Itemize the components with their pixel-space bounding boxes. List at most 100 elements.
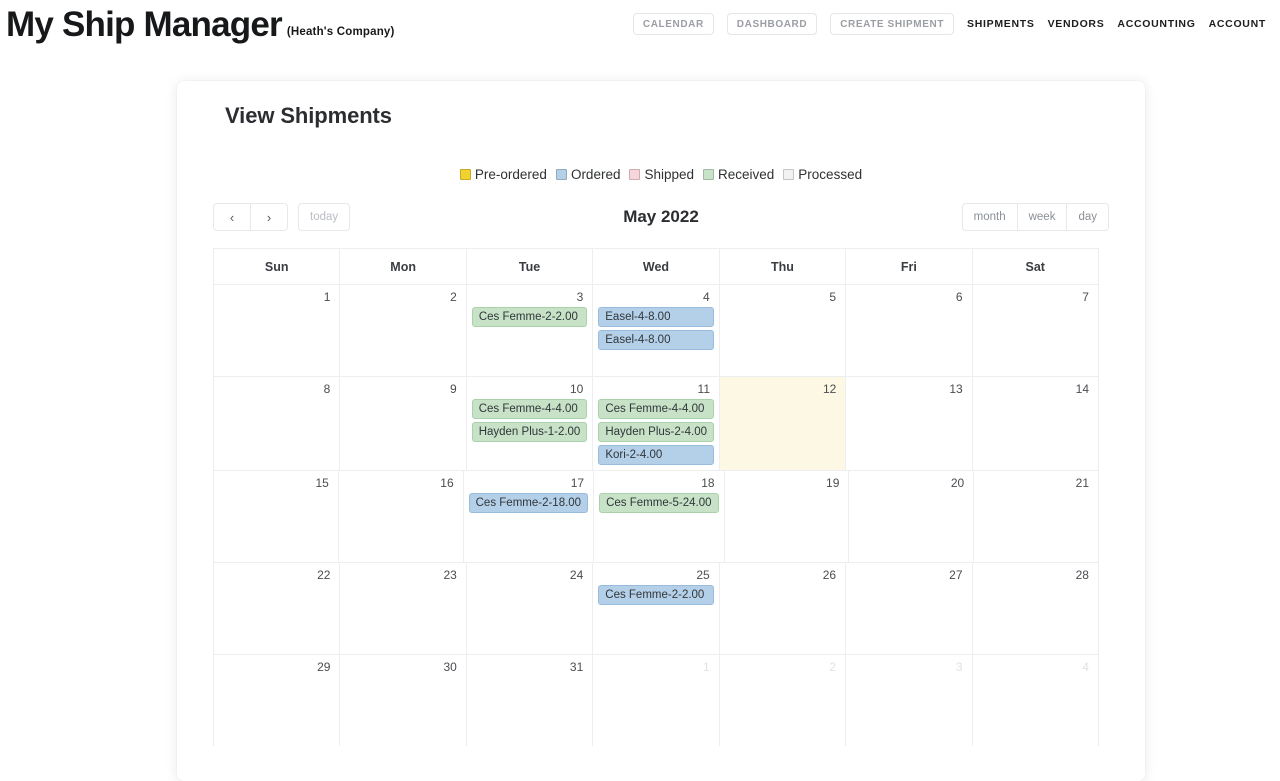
calendar-day-cell[interactable]: 3 Ces Femme-2-2.00 bbox=[467, 285, 594, 376]
nav-button-dashboard[interactable]: DASHBOARD bbox=[726, 13, 818, 35]
nav-button-create-shipment[interactable]: CREATE SHIPMENT bbox=[830, 13, 955, 35]
calendar-event[interactable]: Easel-4-8.00 bbox=[598, 330, 714, 350]
calendar-day-cell[interactable]: 17 Ces Femme-2-18.00 bbox=[464, 471, 595, 562]
calendar-event[interactable]: Easel-4-8.00 bbox=[598, 307, 714, 327]
weekday-header-sat: Sat bbox=[1025, 260, 1045, 274]
calendar-day-cell[interactable]: 4 bbox=[973, 655, 1098, 746]
weekday-header-row: Sun Mon Tue Wed Thu Fri Sat bbox=[214, 249, 1098, 284]
calendar-event[interactable]: Ces Femme-2-18.00 bbox=[468, 493, 589, 513]
calendar-day-cell[interactable]: 1 bbox=[593, 655, 720, 746]
legend-swatch-icon bbox=[459, 169, 471, 180]
calendar-day-cell[interactable]: 20 bbox=[849, 471, 975, 562]
calendar-day-cell[interactable]: 14 bbox=[973, 377, 1098, 470]
calendar-event[interactable]: Kori-2-4.00 bbox=[598, 445, 714, 465]
calendar-day-cell[interactable]: 24 bbox=[467, 563, 594, 654]
calendar-event[interactable]: Hayden Plus-1-2.00 bbox=[471, 422, 588, 442]
calendar-day-cell[interactable]: 4 Easel-4-8.00 Easel-4-8.00 bbox=[593, 285, 720, 376]
nav-link-shipments[interactable]: SHIPMENTS bbox=[967, 18, 1035, 30]
nav-button-group: ‹ › bbox=[213, 203, 288, 231]
calendar-day-cell[interactable]: 9 bbox=[340, 377, 467, 470]
weekday-header-sun: Sun bbox=[214, 249, 341, 284]
view-button-week[interactable]: week bbox=[1016, 203, 1068, 231]
calendar-event[interactable]: Hayden Plus-2-4.00 bbox=[598, 422, 714, 442]
calendar-day-cell[interactable]: 19 bbox=[725, 471, 850, 562]
calendar-week-row: 8 9 10 Ces Femme-4-4.00 Hayden Plus-1-2.00 11… bbox=[214, 376, 1098, 470]
weekday-header-mon: Mon bbox=[340, 249, 467, 284]
calendar-day-cell[interactable]: 21 bbox=[974, 471, 1098, 562]
calendar-event[interactable]: Ces Femme-4-4.00 bbox=[598, 399, 714, 419]
calendar-event[interactable]: Ces Femme-4-4.00 bbox=[471, 399, 588, 419]
weekday-header-fri: Fri bbox=[846, 249, 973, 284]
calendar-week-row: 29 30 31 1 2 3 4 bbox=[214, 654, 1098, 746]
nav-link-vendors[interactable]: VENDORS bbox=[1048, 18, 1105, 30]
calendar-weeks: 1 2 3 Ces Femme-2-2.00 4 Easel-4-8.00 Easel-4-… bbox=[214, 284, 1098, 746]
page-title: View Shipments bbox=[225, 103, 392, 128]
day-number: 7 bbox=[1082, 290, 1089, 304]
calendar-week-row: 1 2 3 Ces Femme-2-2.00 4 Easel-4-8.00 Easel-4-… bbox=[214, 284, 1098, 376]
legend-swatch-icon bbox=[783, 169, 795, 180]
calendar-day-cell[interactable]: 27 bbox=[846, 563, 973, 654]
calendar-day-cell[interactable]: 3 bbox=[846, 655, 973, 746]
calendar-day-cell[interactable]: 1 bbox=[214, 285, 341, 376]
weekday-header-thu: Thu bbox=[720, 249, 847, 284]
calendar-day-cell[interactable]: 26 bbox=[720, 563, 847, 654]
calendar-day-cell[interactable]: 5 bbox=[720, 285, 847, 376]
next-month-button[interactable]: › bbox=[250, 203, 288, 231]
legend-item: Pre-ordered bbox=[459, 167, 547, 182]
nav-link-accounting[interactable]: ACCOUNTING bbox=[1117, 18, 1195, 30]
calendar-day-cell[interactable]: 10 Ces Femme-4-4.00 Hayden Plus-1-2.00 bbox=[467, 377, 594, 470]
nav-link-account[interactable]: ACCOUNT bbox=[1209, 18, 1266, 30]
view-button-day[interactable]: day bbox=[1066, 203, 1109, 231]
calendar-day-cell[interactable]: 23 bbox=[340, 563, 467, 654]
calendar-event[interactable]: Ces Femme-2-2.00 bbox=[598, 585, 714, 605]
legend-label: Shipped bbox=[644, 167, 695, 182]
calendar-day-cell[interactable]: 30 bbox=[340, 655, 467, 746]
calendar-toolbar: ‹ › today May 2022 month week day bbox=[201, 202, 1121, 232]
day-number: 2 bbox=[829, 660, 837, 674]
calendar-event[interactable]: Ces Femme-2-2.00 bbox=[471, 307, 588, 327]
day-number: 24 bbox=[569, 568, 584, 582]
legend-label: Pre-ordered bbox=[474, 167, 547, 182]
day-number: 23 bbox=[443, 568, 457, 582]
view-button-month[interactable]: month bbox=[961, 203, 1018, 231]
calendar-week-row: 22 23 24 25 Ces Femme-2-2.00 26 27 28 bbox=[214, 562, 1098, 654]
calendar-day-cell[interactable]: 7 bbox=[973, 285, 1098, 376]
day-number: 9 bbox=[450, 382, 457, 396]
calendar-grid: Sun Mon Tue Wed Thu Fri Sat 1 2 3 Ces Femme-2-2.0… bbox=[213, 248, 1099, 746]
calendar-day-cell[interactable]: 11 Ces Femme-4-4.00 Hayden Plus-2-4.00 Kori… bbox=[593, 377, 720, 470]
calendar-day-cell[interactable]: 25 Ces Femme-2-2.00 bbox=[593, 563, 720, 654]
calendar-day-cell[interactable]: 16 bbox=[339, 471, 464, 562]
day-number: 18 bbox=[701, 476, 715, 490]
day-number: 3 bbox=[576, 290, 584, 304]
calendar-day-cell[interactable]: 6 bbox=[846, 285, 973, 376]
calendar-day-cell[interactable]: 31 bbox=[467, 655, 594, 746]
nav-button-calendar[interactable]: CALENDAR bbox=[632, 13, 714, 35]
shipments-card: View Shipments Pre-ordered Ordered Shipped… bbox=[177, 81, 1145, 781]
calendar-day-cell[interactable]: 18 Ces Femme-5-24.00 bbox=[594, 471, 725, 562]
legend-item: Received bbox=[703, 167, 774, 182]
calendar-day-cell[interactable]: 8 bbox=[214, 377, 341, 470]
status-legend: Pre-ordered Ordered Shipped Received Process… bbox=[201, 167, 1121, 182]
day-number: 17 bbox=[570, 476, 585, 490]
day-number: 1 bbox=[703, 660, 710, 674]
calendar-day-cell[interactable]: 28 bbox=[973, 563, 1098, 654]
calendar-day-cell[interactable]: 15 bbox=[214, 471, 339, 562]
day-number: 13 bbox=[949, 382, 963, 396]
weekday-header-wed: Wed bbox=[593, 249, 720, 284]
brand: My Ship Manager (Heath's Company) bbox=[6, 7, 395, 42]
top-navigation-bar: My Ship Manager (Heath's Company) CALEND… bbox=[0, 0, 1280, 48]
calendar-day-cell[interactable]: 2 bbox=[720, 655, 847, 746]
day-number: 30 bbox=[443, 660, 457, 674]
prev-month-button[interactable]: ‹ bbox=[213, 203, 251, 231]
legend-swatch-icon bbox=[555, 169, 567, 180]
today-button[interactable]: today bbox=[298, 203, 351, 231]
calendar-day-cell[interactable]: 29 bbox=[214, 655, 341, 746]
calendar-day-cell[interactable]: 2 bbox=[340, 285, 467, 376]
day-number: 28 bbox=[1075, 568, 1089, 582]
legend-swatch-icon bbox=[629, 169, 641, 180]
calendar-day-cell[interactable]: 13 bbox=[846, 377, 973, 470]
day-number: 20 bbox=[950, 476, 965, 490]
calendar-day-cell[interactable]: 22 bbox=[214, 563, 341, 654]
calendar-day-cell-today[interactable]: 12 bbox=[720, 377, 847, 470]
calendar-event[interactable]: Ces Femme-5-24.00 bbox=[599, 493, 719, 513]
